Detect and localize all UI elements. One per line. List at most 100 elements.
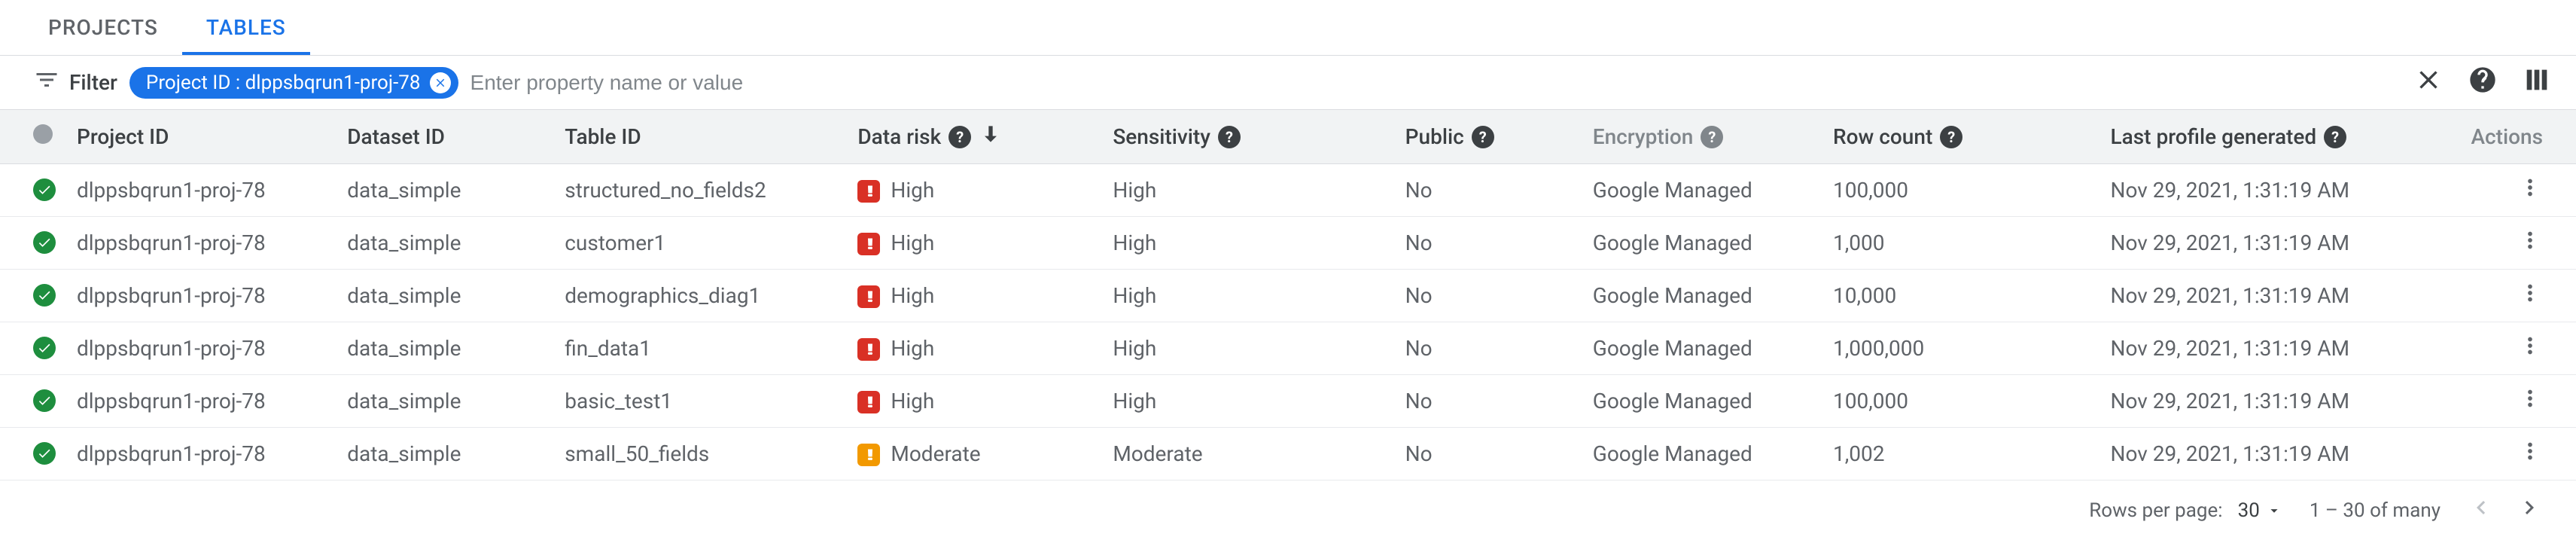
- sort-desc-icon: [979, 122, 1003, 151]
- tab-tables[interactable]: TABLES: [182, 0, 310, 55]
- risk-badge-icon: !!: [857, 180, 880, 203]
- data-table: Project ID Dataset ID Table ID Data risk…: [0, 110, 2576, 481]
- status-cell: [0, 375, 68, 428]
- project-id-cell: dlppsbqrun1-proj-78: [68, 217, 338, 270]
- last-generated-cell: Nov 29, 2021, 1:31:19 AM: [2102, 428, 2462, 481]
- status-ok-icon: [33, 231, 56, 254]
- col-public[interactable]: Public?: [1396, 110, 1584, 164]
- status-ok-icon: [33, 389, 56, 412]
- filter-chip-key: Project ID : dlppsbqrun1-proj-78: [146, 72, 421, 94]
- table-row[interactable]: dlppsbqrun1-proj-78 data_simple fin_data…: [0, 322, 2576, 375]
- table-id-cell: customer1: [556, 217, 848, 270]
- col-last-generated[interactable]: Last profile generated?: [2102, 110, 2462, 164]
- data-risk-cell: !!High: [848, 217, 1104, 270]
- dataset-id-cell: data_simple: [338, 428, 556, 481]
- help-icon[interactable]: ?: [1701, 126, 1723, 148]
- col-sensitivity[interactable]: Sensitivity?: [1104, 110, 1396, 164]
- pagination-range: 1 – 30 of many: [2310, 499, 2441, 522]
- sensitivity-cell: High: [1104, 217, 1396, 270]
- table-row[interactable]: dlppsbqrun1-proj-78 data_simple small_50…: [0, 428, 2576, 481]
- col-row-count[interactable]: Row count?: [1824, 110, 2102, 164]
- prev-page-button[interactable]: [2468, 494, 2495, 526]
- help-icon[interactable]: ?: [948, 126, 971, 148]
- columns-button[interactable]: [2522, 65, 2552, 100]
- sensitivity-cell: Moderate: [1104, 428, 1396, 481]
- help-button[interactable]: [2468, 65, 2498, 100]
- table-id-cell: fin_data1: [556, 322, 848, 375]
- help-icon[interactable]: ?: [2324, 126, 2346, 148]
- col-actions: Actions: [2462, 110, 2576, 164]
- row-count-cell: 1,002: [1824, 428, 2102, 481]
- col-status: [0, 110, 68, 164]
- table-row[interactable]: dlppsbqrun1-proj-78 data_simple structur…: [0, 164, 2576, 217]
- pagination: Rows per page: 30 1 – 30 of many: [0, 481, 2576, 540]
- table-row[interactable]: dlppsbqrun1-proj-78 data_simple customer…: [0, 217, 2576, 270]
- sensitivity-cell: High: [1104, 270, 1396, 322]
- public-cell: No: [1396, 217, 1584, 270]
- col-encryption[interactable]: Encryption?: [1584, 110, 1824, 164]
- filter-input-wrap: [470, 70, 2401, 95]
- actions-cell: [2462, 322, 2576, 375]
- sensitivity-cell: High: [1104, 322, 1396, 375]
- row-actions-button[interactable]: [2517, 181, 2543, 206]
- clear-filter-button[interactable]: [2413, 65, 2444, 100]
- table-id-cell: small_50_fields: [556, 428, 848, 481]
- public-cell: No: [1396, 375, 1584, 428]
- status-ok-icon: [33, 442, 56, 465]
- data-risk-cell: !!High: [848, 375, 1104, 428]
- project-id-cell: dlppsbqrun1-proj-78: [68, 164, 338, 217]
- filter-icon: [33, 66, 60, 99]
- encryption-cell: Google Managed: [1584, 217, 1824, 270]
- row-actions-button[interactable]: [2517, 286, 2543, 311]
- last-generated-cell: Nov 29, 2021, 1:31:19 AM: [2102, 270, 2462, 322]
- risk-badge-icon: !!: [857, 285, 880, 308]
- filter-input[interactable]: [470, 71, 2401, 95]
- status-header-icon: [33, 124, 53, 144]
- col-data-risk[interactable]: Data risk ?: [848, 110, 1104, 164]
- data-risk-cell: !!Moderate: [848, 428, 1104, 481]
- dataset-id-cell: data_simple: [338, 322, 556, 375]
- col-project-id[interactable]: Project ID: [68, 110, 338, 164]
- row-actions-button[interactable]: [2517, 233, 2543, 258]
- project-id-cell: dlppsbqrun1-proj-78: [68, 428, 338, 481]
- filter-label: Filter: [69, 70, 117, 95]
- last-generated-cell: Nov 29, 2021, 1:31:19 AM: [2102, 322, 2462, 375]
- actions-cell: [2462, 375, 2576, 428]
- tabs: PROJECTS TABLES: [0, 0, 2576, 56]
- dataset-id-cell: data_simple: [338, 270, 556, 322]
- status-ok-icon: [33, 284, 56, 307]
- status-cell: [0, 428, 68, 481]
- table-row[interactable]: dlppsbqrun1-proj-78 data_simple demograp…: [0, 270, 2576, 322]
- help-icon[interactable]: ?: [1472, 126, 1494, 148]
- table-row[interactable]: dlppsbqrun1-proj-78 data_simple basic_te…: [0, 375, 2576, 428]
- filter-label-group: Filter: [33, 66, 117, 99]
- help-icon[interactable]: ?: [1218, 126, 1241, 148]
- col-table-id[interactable]: Table ID: [556, 110, 848, 164]
- encryption-cell: Google Managed: [1584, 164, 1824, 217]
- project-id-cell: dlppsbqrun1-proj-78: [68, 322, 338, 375]
- row-count-cell: 10,000: [1824, 270, 2102, 322]
- row-count-cell: 1,000,000: [1824, 322, 2102, 375]
- help-icon[interactable]: ?: [1940, 126, 1962, 148]
- next-page-button[interactable]: [2516, 494, 2543, 526]
- col-dataset-id[interactable]: Dataset ID: [338, 110, 556, 164]
- data-risk-cell: !!High: [848, 322, 1104, 375]
- risk-badge-icon: !!: [857, 338, 880, 361]
- tab-projects[interactable]: PROJECTS: [24, 0, 182, 55]
- filter-chip-remove[interactable]: [430, 72, 451, 93]
- encryption-cell: Google Managed: [1584, 270, 1824, 322]
- row-actions-button[interactable]: [2517, 444, 2543, 469]
- row-actions-button[interactable]: [2517, 339, 2543, 364]
- actions-cell: [2462, 164, 2576, 217]
- row-actions-button[interactable]: [2517, 392, 2543, 416]
- table-id-cell: demographics_diag1: [556, 270, 848, 322]
- row-count-cell: 100,000: [1824, 375, 2102, 428]
- status-cell: [0, 270, 68, 322]
- public-cell: No: [1396, 270, 1584, 322]
- risk-badge-icon: !!: [857, 391, 880, 413]
- status-cell: [0, 164, 68, 217]
- rows-per-page: Rows per page: 30: [2089, 499, 2282, 522]
- pagination-nav: [2468, 494, 2543, 526]
- filter-chip[interactable]: Project ID : dlppsbqrun1-proj-78: [129, 67, 458, 99]
- rows-per-page-select[interactable]: 30: [2238, 499, 2282, 522]
